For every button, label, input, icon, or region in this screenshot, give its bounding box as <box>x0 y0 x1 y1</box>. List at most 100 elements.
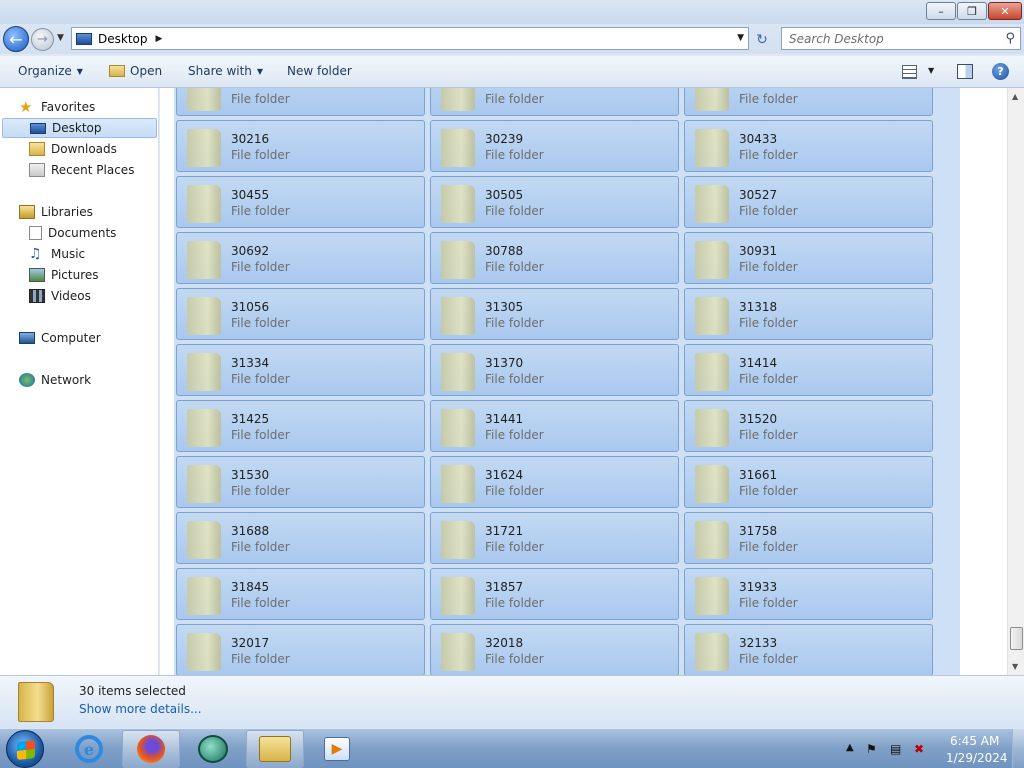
folder-icon <box>187 297 221 335</box>
search-icon[interactable]: ⚲ <box>1005 31 1015 46</box>
change-view-icon[interactable] <box>902 65 917 79</box>
show-more-details-link[interactable]: Show more details... <box>79 702 202 716</box>
folder-tile[interactable]: 31530 File folder <box>176 456 425 508</box>
address-bar[interactable]: Desktop ▶ ▼ <box>71 27 749 50</box>
folder-tile[interactable]: 30527 File folder <box>684 176 933 228</box>
folder-tile[interactable]: 31520 File folder <box>684 400 933 452</box>
search-input[interactable] <box>789 31 994 46</box>
open-button[interactable]: Open <box>109 64 162 78</box>
taskbar-app[interactable] <box>184 730 242 768</box>
taskbar-media-player[interactable]: ▶ <box>308 730 366 768</box>
open-folder-icon <box>109 65 125 77</box>
folder-tile[interactable]: 30788 File folder <box>430 232 679 284</box>
folder-tile[interactable]: 31661 File folder <box>684 456 933 508</box>
nav-downloads[interactable]: Downloads <box>29 139 117 159</box>
folder-name: 31530 <box>231 468 270 482</box>
new-folder-button[interactable]: New folder <box>287 64 352 78</box>
folder-icon <box>441 241 475 279</box>
folder-tile[interactable]: 30692 File folder <box>176 232 425 284</box>
show-hidden-icons-chevron-icon[interactable]: ▲ <box>846 742 854 753</box>
restore-button[interactable]: ❐ <box>957 2 987 20</box>
taskbar-internet-explorer[interactable]: e <box>60 730 118 768</box>
nav-favorites[interactable]: ★ Favorites <box>19 97 95 117</box>
nav-computer[interactable]: Computer <box>19 328 101 348</box>
vertical-scrollbar[interactable]: ▲ ▼ <box>1007 88 1024 675</box>
folder-tile[interactable]: 30931 File folder <box>684 232 933 284</box>
organize-label: Organize <box>18 64 72 78</box>
view-options-dropdown[interactable]: ▼ <box>928 66 934 75</box>
folder-type: File folder <box>231 596 290 610</box>
folder-tile[interactable]: 31758 File folder <box>684 512 933 564</box>
recent-pages-dropdown[interactable]: ▼ <box>57 33 64 43</box>
folder-tile[interactable]: 30216 File folder <box>176 120 425 172</box>
forward-button[interactable]: → <box>31 28 54 51</box>
nav-desktop[interactable]: Desktop <box>2 118 157 138</box>
folder-type: File folder <box>739 596 798 610</box>
search-box[interactable]: ⚲ <box>781 27 1021 50</box>
folder-type: File folder <box>485 540 544 554</box>
folder-tile[interactable]: 30455 File folder <box>176 176 425 228</box>
folder-tile[interactable]: 31441 File folder <box>430 400 679 452</box>
scroll-down-icon[interactable]: ▼ <box>1012 662 1018 671</box>
close-button[interactable]: ✕ <box>988 2 1022 20</box>
folder-tile[interactable]: File folder <box>430 88 679 116</box>
folder-icon <box>187 185 221 223</box>
folder-tile[interactable]: 31933 File folder <box>684 568 933 620</box>
taskbar-windows-explorer[interactable] <box>246 730 304 768</box>
folder-tile[interactable]: 31305 File folder <box>430 288 679 340</box>
back-button[interactable]: ← <box>3 26 29 52</box>
folder-name: 31414 <box>739 356 778 370</box>
nav-documents[interactable]: Documents <box>29 223 116 243</box>
nav-network[interactable]: Network <box>19 370 91 390</box>
folder-tile[interactable]: 30239 File folder <box>430 120 679 172</box>
chevron-right-icon[interactable]: ▶ <box>156 34 163 44</box>
scroll-up-icon[interactable]: ▲ <box>1012 92 1018 101</box>
nav-libraries[interactable]: Libraries <box>19 202 93 222</box>
organize-menu[interactable]: Organize ▼ <box>18 64 83 78</box>
clock-date[interactable]: 1/29/2024 <box>946 751 1008 765</box>
folder-tile[interactable]: 31624 File folder <box>430 456 679 508</box>
volume-muted-icon[interactable]: ✖ <box>914 742 924 756</box>
minimize-icon: – <box>938 4 944 18</box>
folder-tile[interactable]: 31414 File folder <box>684 344 933 396</box>
nav-music[interactable]: ♫ Music <box>29 244 85 264</box>
folder-type: File folder <box>231 428 290 442</box>
start-button[interactable] <box>6 730 44 768</box>
nav-pictures[interactable]: Pictures <box>29 265 99 285</box>
folder-tile[interactable]: 30433 File folder <box>684 120 933 172</box>
folder-name: 31370 <box>485 356 524 370</box>
folder-tile[interactable]: 32133 File folder <box>684 624 933 675</box>
folder-tile[interactable]: 30505 File folder <box>430 176 679 228</box>
scrollbar-thumb[interactable] <box>1010 627 1023 650</box>
minimize-button[interactable]: – <box>926 2 956 20</box>
folder-tile[interactable]: 31334 File folder <box>176 344 425 396</box>
action-center-flag-icon[interactable]: ⚑ <box>866 742 877 756</box>
folder-tile[interactable]: File folder <box>684 88 933 116</box>
folder-tile[interactable]: 32017 File folder <box>176 624 425 675</box>
folder-tile[interactable]: 31056 File folder <box>176 288 425 340</box>
folder-tile[interactable]: 31318 File folder <box>684 288 933 340</box>
show-desktop-button[interactable] <box>1012 729 1024 768</box>
folder-tile[interactable]: 32018 File folder <box>430 624 679 675</box>
folder-tile[interactable]: 31845 File folder <box>176 568 425 620</box>
refresh-button[interactable]: ↻ <box>751 29 773 50</box>
forward-arrow-icon: → <box>37 32 48 47</box>
share-with-menu[interactable]: Share with ▼ <box>188 64 263 78</box>
breadcrumb-desktop[interactable]: Desktop <box>98 32 148 46</box>
nav-recent-places[interactable]: Recent Places <box>29 160 134 180</box>
help-icon[interactable]: ? <box>992 63 1009 80</box>
folder-tile[interactable]: 31857 File folder <box>430 568 679 620</box>
folder-name: 31624 <box>485 468 524 482</box>
folder-tile[interactable]: File folder <box>176 88 425 116</box>
folder-name: 32018 <box>485 636 524 650</box>
folder-tile[interactable]: 31425 File folder <box>176 400 425 452</box>
folder-tile[interactable]: 31370 File folder <box>430 344 679 396</box>
nav-videos[interactable]: Videos <box>29 286 91 306</box>
address-history-dropdown[interactable]: ▼ <box>737 33 744 43</box>
folder-tile[interactable]: 31721 File folder <box>430 512 679 564</box>
clock-time[interactable]: 6:45 AM <box>950 734 999 748</box>
folder-tile[interactable]: 31688 File folder <box>176 512 425 564</box>
network-icon[interactable]: ▤ <box>890 742 901 756</box>
preview-pane-icon[interactable] <box>957 64 973 79</box>
taskbar-firefox[interactable] <box>122 730 180 768</box>
